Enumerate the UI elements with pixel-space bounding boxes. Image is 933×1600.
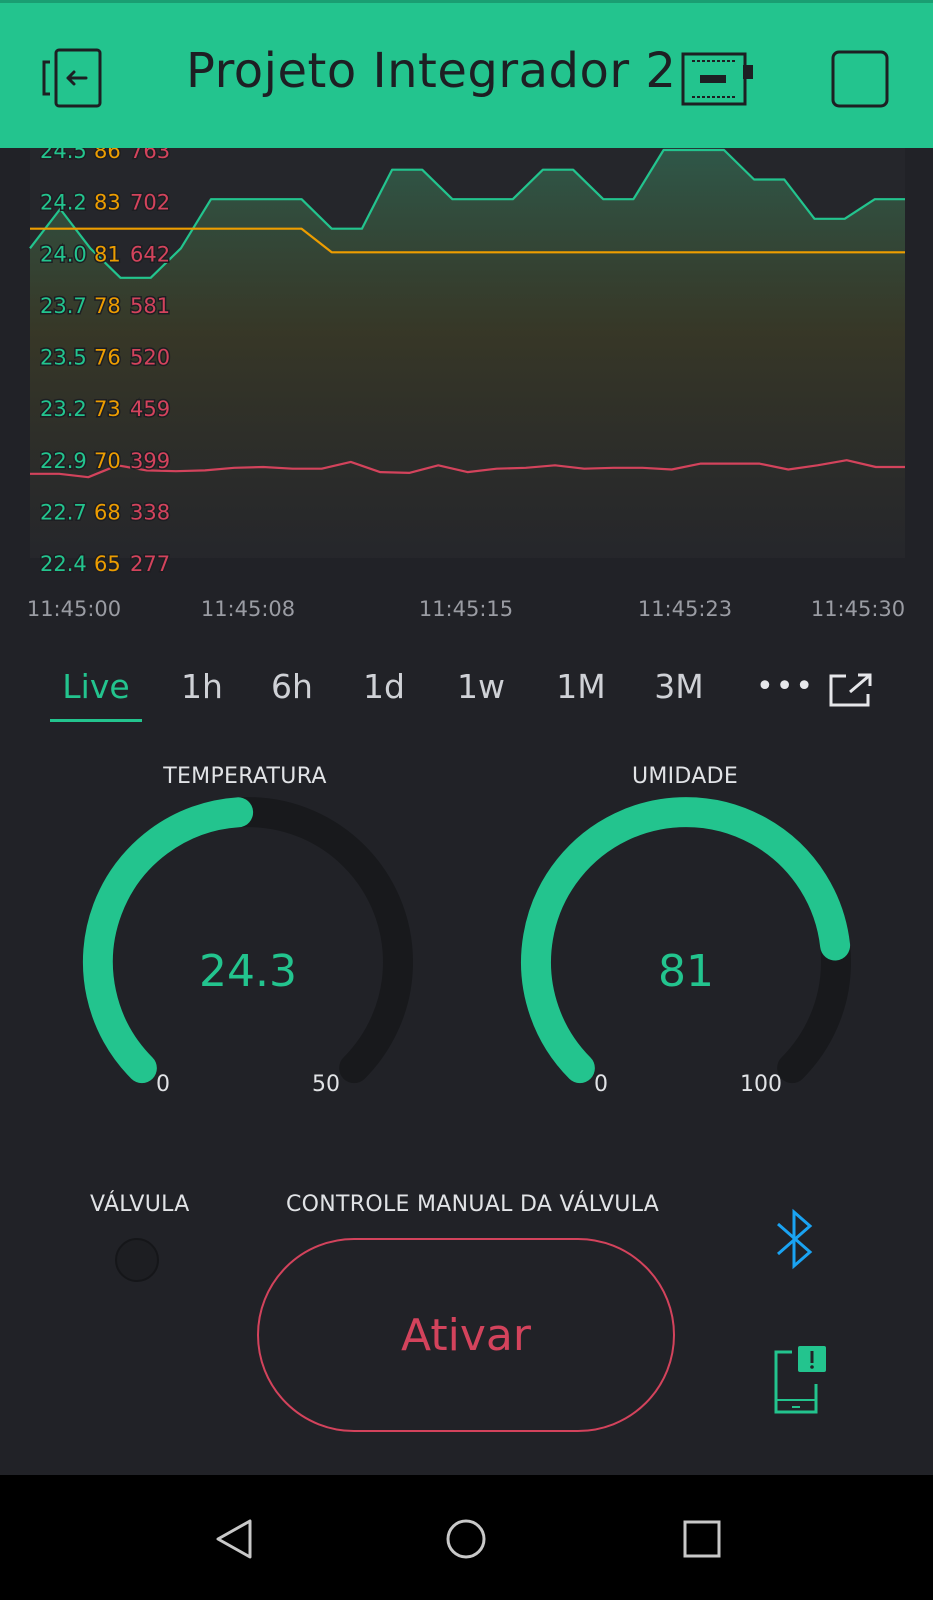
y-tick-label: 65 xyxy=(94,552,121,576)
active-tab-indicator xyxy=(50,719,142,722)
tab-6h[interactable]: 6h xyxy=(262,658,322,716)
y-tick-label: 68 xyxy=(94,500,121,524)
y-tick-label: 24.5 xyxy=(40,148,87,163)
temperature-max: 50 xyxy=(312,1072,340,1097)
y-tick-label: 22.4 xyxy=(40,552,87,576)
y-tick-label: 399 xyxy=(130,449,170,473)
y-tick-label: 78 xyxy=(94,294,121,318)
gauge-title-humidity: UMIDADE xyxy=(631,764,739,789)
y-tick-label: 22.7 xyxy=(40,500,87,524)
export-icon[interactable] xyxy=(828,672,874,712)
valve-led-label: VÁLVULA xyxy=(90,1192,190,1217)
page-title: Projeto Integrador 2 xyxy=(186,43,677,99)
y-tick-label: 23.5 xyxy=(40,346,87,370)
gauge-title-temperature: TEMPERATURA xyxy=(163,764,327,789)
y-tick-label: 642 xyxy=(130,242,170,266)
device-icon[interactable] xyxy=(680,51,760,107)
y-tick-label: 73 xyxy=(94,397,121,421)
android-navbar xyxy=(0,1475,933,1600)
valve-led xyxy=(115,1238,159,1282)
y-tick-label: 76 xyxy=(94,346,121,370)
humidity-min: 0 xyxy=(594,1072,608,1097)
y-tick-label: 520 xyxy=(130,346,170,370)
tab-1m[interactable]: 1M xyxy=(548,658,614,716)
y-tick-label: 22.9 xyxy=(40,449,87,473)
home-icon[interactable] xyxy=(444,1517,488,1565)
y-tick-label: 581 xyxy=(130,294,170,318)
gauge-fill xyxy=(521,797,851,1084)
y-tick-label: 24.2 xyxy=(40,191,87,215)
manual-control-label: CONTROLE MANUAL DA VÁLVULA xyxy=(286,1192,660,1217)
y-tick-label: 23.2 xyxy=(40,397,87,421)
exit-icon[interactable] xyxy=(40,48,104,108)
app-header: Projeto Integrador 2 xyxy=(0,0,933,148)
y-tick-label: 338 xyxy=(130,500,170,524)
y-tick-label: 24.0 xyxy=(40,242,87,266)
y-tick-label: 763 xyxy=(130,148,170,163)
x-tick-label: 11:45:30 xyxy=(811,597,905,621)
more-options-button[interactable]: ••• xyxy=(756,658,815,716)
bluetooth-icon[interactable] xyxy=(772,1206,818,1276)
y-tick-label: 83 xyxy=(94,191,121,215)
square-icon[interactable] xyxy=(830,49,890,109)
tab-1w[interactable]: 1w xyxy=(450,658,512,716)
y-tick-label: 23.7 xyxy=(40,294,87,318)
temperature-min: 0 xyxy=(156,1072,170,1097)
y-tick-label: 70 xyxy=(94,449,121,473)
x-tick-label: 11:45:23 xyxy=(638,597,732,621)
y-tick-label: 81 xyxy=(94,242,121,266)
humidity-max: 100 xyxy=(740,1072,782,1097)
period-tabs: Live 1h 6h 1d 1w 1M 3M ••• xyxy=(0,658,933,728)
x-tick-label: 11:45:15 xyxy=(419,597,513,621)
phone-notification-icon[interactable] xyxy=(772,1344,828,1420)
tab-1d[interactable]: 1d xyxy=(354,658,414,716)
y-tick-label: 86 xyxy=(94,148,121,163)
tab-3m[interactable]: 3M xyxy=(646,658,712,716)
superchart[interactable]: 24.5 24.2 24.0 23.7 23.5 23.2 22.9 22.7 22.4 86 83… xyxy=(0,148,933,633)
gauge-fill xyxy=(82,797,254,1084)
x-tick-label: 11:45:00 xyxy=(27,597,121,621)
back-icon[interactable] xyxy=(212,1517,256,1565)
y-tick-label: 459 xyxy=(130,397,170,421)
tab-1h[interactable]: 1h xyxy=(172,658,232,716)
app-screen: Projeto Integrador 2 24.5 24.2 24.0 23.7 23.… xyxy=(0,0,933,1600)
y-tick-label: 702 xyxy=(130,191,170,215)
activate-button[interactable]: Ativar xyxy=(257,1238,675,1432)
x-tick-label: 11:45:08 xyxy=(201,597,295,621)
humidity-value: 81 xyxy=(658,946,714,997)
chart-canvas: 24.5 24.2 24.0 23.7 23.5 23.2 22.9 22.7 22.4 86 83… xyxy=(27,148,905,621)
recents-icon[interactable] xyxy=(680,1517,724,1565)
temperature-value: 24.3 xyxy=(199,946,297,997)
y-tick-label: 277 xyxy=(130,552,170,576)
tab-live[interactable]: Live xyxy=(50,658,142,716)
